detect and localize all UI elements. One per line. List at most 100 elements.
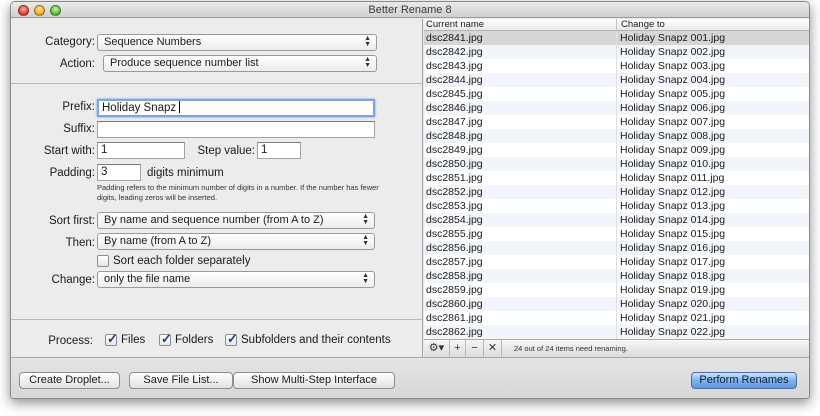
change-to-cell: Holiday Snapz 022.jpg [620, 326, 726, 338]
table-row[interactable]: dsc2860.jpg Holiday Snapz 020.jpg [424, 297, 809, 311]
change-to-cell: Holiday Snapz 005.jpg [620, 88, 726, 100]
table-row[interactable]: dsc2854.jpg Holiday Snapz 014.jpg [424, 213, 809, 227]
table-row[interactable]: dsc2862.jpg Holiday Snapz 022.jpg [424, 325, 809, 339]
table-row[interactable]: dsc2861.jpg Holiday Snapz 021.jpg [424, 311, 809, 325]
change-label: Change: [51, 274, 95, 286]
change-to-cell: Holiday Snapz 004.jpg [620, 74, 726, 86]
current-name-cell: dsc2853.jpg [426, 200, 483, 212]
process-subfolders-checkbox[interactable]: Subfolders and their contents [225, 331, 391, 347]
column-divider [616, 31, 617, 339]
process-folders-checkbox[interactable]: Folders [159, 331, 213, 347]
action-select-value: Produce sequence number list [110, 57, 259, 69]
rename-preview-list: Current name Change to dsc2841.jpg Holida… [424, 19, 809, 357]
table-row[interactable]: dsc2842.jpg Holiday Snapz 002.jpg [424, 45, 809, 59]
options-panel: Category: Sequence Numbers ▲ ▼ Action: Pr… [11, 19, 423, 357]
change-to-cell: Holiday Snapz 006.jpg [620, 102, 726, 114]
action-select[interactable]: Produce sequence number list ▲ ▼ [103, 55, 377, 72]
create-droplet-button[interactable]: Create Droplet... [19, 372, 120, 389]
table-row[interactable]: dsc2851.jpg Holiday Snapz 011.jpg [424, 171, 809, 185]
bottom-toolbar: Create Droplet... Save File List... Show… [11, 357, 809, 398]
table-row[interactable]: dsc2852.jpg Holiday Snapz 012.jpg [424, 185, 809, 199]
section-divider [11, 319, 423, 320]
change-to-cell: Holiday Snapz 017.jpg [620, 256, 726, 268]
start-with-label: Start with: [43, 145, 95, 157]
table-row[interactable]: dsc2850.jpg Holiday Snapz 010.jpg [424, 157, 809, 171]
table-row[interactable]: dsc2856.jpg Holiday Snapz 016.jpg [424, 241, 809, 255]
category-select[interactable]: Sequence Numbers ▲ ▼ [97, 34, 377, 51]
column-header-change-to[interactable]: Change to [616, 19, 665, 31]
change-to-cell: Holiday Snapz 020.jpg [620, 298, 726, 310]
window-title: Better Rename 8 [368, 4, 452, 16]
change-to-cell: Holiday Snapz 008.jpg [620, 130, 726, 142]
change-to-cell: Holiday Snapz 011.jpg [620, 172, 725, 184]
clear-list-button[interactable]: ✕ [484, 340, 502, 357]
change-select-value: only the file name [104, 273, 191, 285]
current-name-cell: dsc2856.jpg [426, 242, 483, 254]
table-row[interactable]: dsc2843.jpg Holiday Snapz 003.jpg [424, 59, 809, 73]
change-to-cell: Holiday Snapz 021.jpg [620, 312, 726, 324]
sort-first-select[interactable]: By name and sequence number (from A to Z… [97, 212, 375, 229]
padding-suffix-text: digits minimum [147, 167, 224, 179]
select-arrows-icon: ▲ ▼ [362, 272, 369, 285]
title-bar[interactable]: Better Rename 8 [11, 2, 809, 18]
change-to-cell: Holiday Snapz 007.jpg [620, 116, 726, 128]
step-value-label: Step value: [197, 145, 255, 157]
current-name-cell: dsc2861.jpg [426, 312, 483, 324]
change-to-cell: Holiday Snapz 001.jpg [620, 32, 726, 44]
table-row[interactable]: dsc2853.jpg Holiday Snapz 013.jpg [424, 199, 809, 213]
change-to-cell: Holiday Snapz 018.jpg [620, 270, 726, 282]
change-to-cell: Holiday Snapz 009.jpg [620, 144, 726, 156]
table-row[interactable]: dsc2857.jpg Holiday Snapz 017.jpg [424, 255, 809, 269]
change-to-cell: Holiday Snapz 015.jpg [620, 228, 726, 240]
select-arrows-icon: ▲ ▼ [364, 56, 371, 69]
remove-item-button[interactable]: − [466, 340, 484, 357]
current-name-cell: dsc2852.jpg [426, 186, 483, 198]
select-arrows-icon: ▲ ▼ [362, 234, 369, 247]
current-name-cell: dsc2858.jpg [426, 270, 483, 282]
show-multistep-button[interactable]: Show Multi-Step Interface [233, 372, 395, 389]
section-divider [11, 83, 423, 84]
perform-renames-button[interactable]: Perform Renames [691, 372, 797, 389]
column-header-current-name[interactable]: Current name [424, 19, 484, 31]
table-row[interactable]: dsc2859.jpg Holiday Snapz 019.jpg [424, 283, 809, 297]
table-row[interactable]: dsc2846.jpg Holiday Snapz 006.jpg [424, 101, 809, 115]
start-with-input[interactable]: 1 [97, 142, 185, 159]
suffix-input[interactable] [97, 121, 375, 138]
change-to-cell: Holiday Snapz 016.jpg [620, 242, 726, 254]
prefix-label: Prefix: [62, 101, 95, 113]
category-label: Category: [45, 36, 95, 48]
add-item-button[interactable]: + [450, 340, 466, 357]
current-name-cell: dsc2857.jpg [426, 256, 483, 268]
table-row[interactable]: dsc2848.jpg Holiday Snapz 008.jpg [424, 129, 809, 143]
change-select[interactable]: only the file name ▲ ▼ [97, 271, 375, 288]
save-file-list-button[interactable]: Save File List... [129, 372, 233, 389]
change-to-cell: Holiday Snapz 002.jpg [620, 46, 726, 58]
current-name-cell: dsc2859.jpg [426, 284, 483, 296]
checkbox-checked-icon[interactable] [105, 331, 118, 347]
current-name-cell: dsc2841.jpg [426, 32, 483, 44]
checkbox-checked-icon[interactable] [225, 331, 238, 347]
process-files-checkbox[interactable]: Files [105, 331, 145, 347]
table-row[interactable]: dsc2847.jpg Holiday Snapz 007.jpg [424, 115, 809, 129]
gear-menu-icon[interactable]: ⚙▾ [424, 340, 450, 357]
table-row[interactable]: dsc2849.jpg Holiday Snapz 009.jpg [424, 143, 809, 157]
checkbox-box[interactable] [97, 255, 109, 267]
table-row[interactable]: dsc2858.jpg Holiday Snapz 018.jpg [424, 269, 809, 283]
current-name-cell: dsc2844.jpg [426, 74, 483, 86]
then-select[interactable]: By name (from A to Z) ▲ ▼ [97, 233, 375, 250]
table-row[interactable]: dsc2841.jpg Holiday Snapz 001.jpg [424, 31, 809, 45]
table-row[interactable]: dsc2855.jpg Holiday Snapz 015.jpg [424, 227, 809, 241]
then-select-value: By name (from A to Z) [104, 235, 211, 247]
sort-each-folder-checkbox[interactable]: Sort each folder separately [97, 255, 250, 267]
step-value-input[interactable]: 1 [257, 142, 301, 159]
table-body: dsc2841.jpg Holiday Snapz 001.jpg dsc2842.… [424, 31, 809, 339]
table-row[interactable]: dsc2845.jpg Holiday Snapz 005.jpg [424, 87, 809, 101]
padding-input[interactable]: 3 [97, 164, 141, 181]
current-name-cell: dsc2842.jpg [426, 46, 483, 58]
process-label: Process: [48, 335, 93, 347]
table-row[interactable]: dsc2844.jpg Holiday Snapz 004.jpg [424, 73, 809, 87]
rename-status-text: 24 out of 24 items need renaming. [514, 344, 628, 353]
list-footer-bar: ⚙▾ + − ✕ 24 out of 24 items need renamin… [424, 339, 809, 357]
checkbox-checked-icon[interactable] [159, 331, 172, 347]
prefix-input[interactable]: Holiday Snapz [97, 99, 375, 117]
